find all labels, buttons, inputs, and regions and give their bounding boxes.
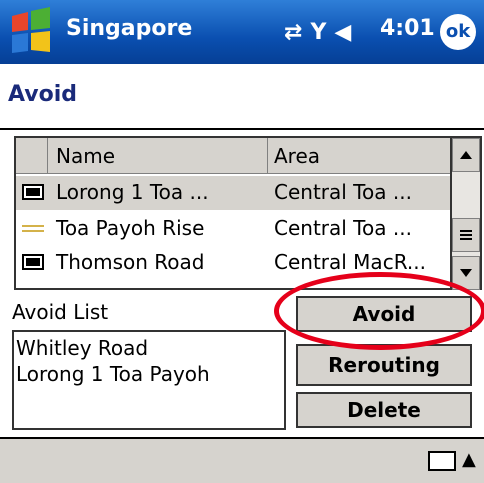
bottom-bar: ▲ [0,437,484,483]
title-bar: Singapore ⇄ Y ◀ 4:01 ok [0,0,484,64]
page-title: Avoid [8,82,77,107]
sync-icon[interactable]: ⇄ [284,20,302,45]
app-title: Singapore [66,16,193,41]
avoid-list-label: Avoid List [12,300,109,324]
list-item[interactable]: Lorong 1 Toa ... Central Toa ... [16,176,450,210]
rerouting-button[interactable]: Rerouting [296,344,472,386]
list-item-name: Toa Payoh Rise [56,216,205,240]
ok-button[interactable]: ok [440,14,476,50]
list-item-area: Central MacR... [274,250,426,274]
list-item[interactable]: Thomson Road Central MacR... [16,246,450,280]
list-scrollbar[interactable] [452,136,482,290]
road-line-icon [22,225,44,232]
road-sign-icon [22,254,44,270]
list-item-name: Lorong 1 Toa ... [56,180,209,204]
keyboard-icon[interactable] [428,451,456,471]
chevron-up-icon[interactable]: ▲ [462,449,476,470]
clock[interactable]: 4:01 [380,16,435,41]
chevron-down-icon [460,269,472,277]
scroll-down-button[interactable] [452,256,480,290]
signal-icon[interactable]: Y [310,20,326,45]
scroll-thumb[interactable] [452,218,480,252]
list-header: Name Area [16,138,450,174]
status-icons: ⇄ Y ◀ [284,14,359,50]
list-item[interactable]: Toa Payoh Rise Central Toa ... [16,212,450,246]
column-name[interactable]: Name [48,138,268,174]
list-item-name: Thomson Road [56,250,205,274]
windows-logo-icon[interactable] [6,6,56,58]
column-area[interactable]: Area [268,138,450,174]
avoid-list-item[interactable]: Lorong 1 Toa Payoh [16,362,210,386]
scroll-up-button[interactable] [452,138,480,172]
chevron-up-icon [460,151,472,159]
list-item-area: Central Toa ... [274,216,412,240]
avoid-list-item[interactable]: Whitley Road [16,336,148,360]
road-sign-icon [22,184,44,200]
delete-button[interactable]: Delete [296,392,472,428]
speaker-icon[interactable]: ◀ [334,20,351,45]
grip-icon [460,230,472,240]
list-item-area: Central Toa ... [274,180,412,204]
avoid-button[interactable]: Avoid [296,296,472,332]
column-icon [16,138,48,174]
page-header: Avoid [0,64,484,130]
avoid-list-box[interactable]: Whitley Road Lorong 1 Toa Payoh [12,330,286,430]
road-list[interactable]: Name Area Lorong 1 Toa ... Central Toa .… [14,136,452,290]
